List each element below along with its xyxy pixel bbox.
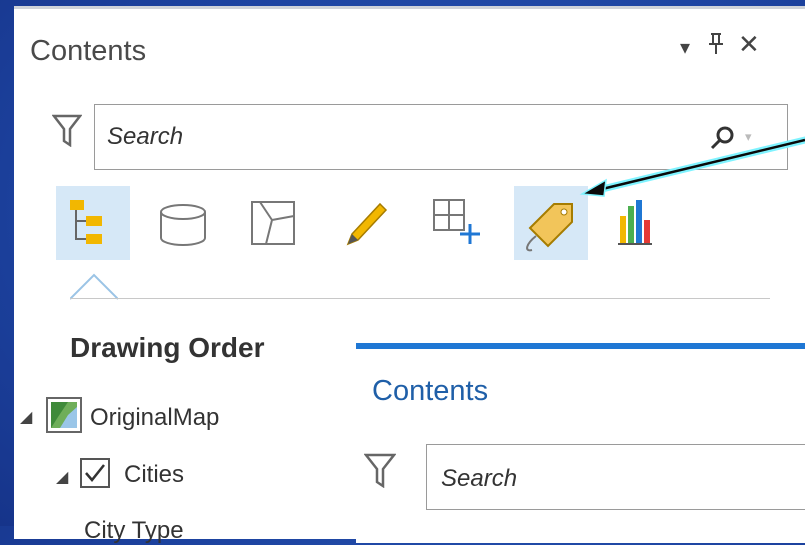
- overlay-search-placeholder: Search: [441, 465, 518, 492]
- overlay-filter-icon[interactable]: [364, 452, 396, 488]
- overlay-pane-title: Contents: [372, 375, 489, 407]
- contents-pane-overlay: Contents Search: [356, 343, 805, 543]
- overlay-search-input[interactable]: Search: [426, 444, 805, 510]
